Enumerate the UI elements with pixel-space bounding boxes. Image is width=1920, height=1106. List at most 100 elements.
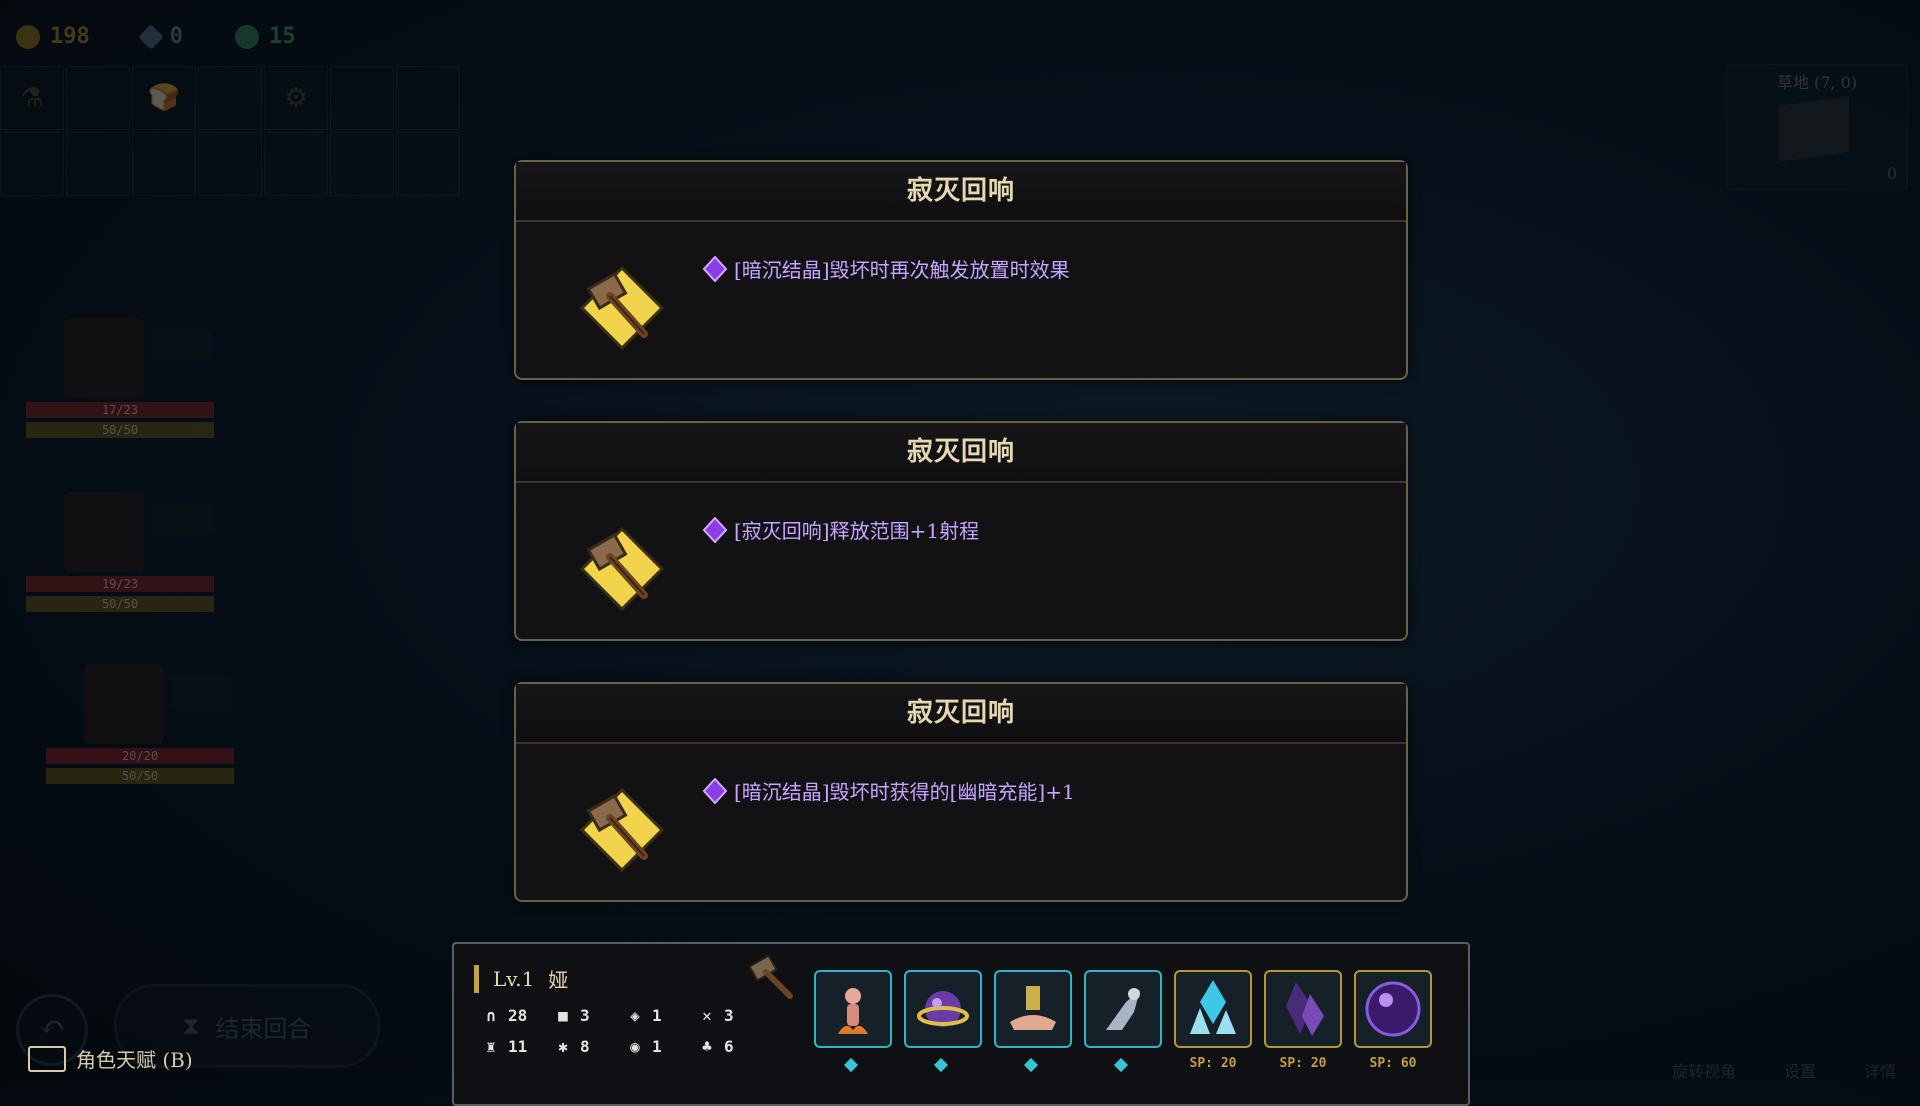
stat-move: ∩ 28	[482, 1006, 554, 1025]
ap-bar: 50/50	[26, 422, 214, 438]
talent-book-icon	[28, 1045, 66, 1072]
hp-bar: 19/23	[26, 576, 214, 592]
skill-slot[interactable]	[1354, 970, 1432, 1048]
inventory-slot[interactable]	[330, 66, 394, 130]
boot-icon: ∩	[486, 1005, 496, 1025]
level-accent	[474, 964, 479, 993]
stat-defense: ◈ 1	[626, 1006, 698, 1025]
gold-counter: 198	[16, 24, 90, 49]
skill-slot[interactable]	[1264, 970, 1342, 1048]
leaf-counter: 15	[235, 24, 296, 49]
purple-gem-icon	[702, 255, 728, 282]
inventory-slot[interactable]	[396, 66, 460, 130]
inventory-slot[interactable]	[396, 132, 460, 196]
card-effect-text: [暗沉结晶]毁坏时获得的[幽暗充能]+1	[734, 780, 1075, 804]
skill-ready-pip	[1023, 1057, 1039, 1073]
bag-icon: ■	[558, 1005, 568, 1025]
stat-bag: ■ 3	[554, 1006, 626, 1025]
ore-counter: 0	[138, 23, 183, 50]
inventory-slot[interactable]	[132, 132, 196, 196]
skill-cost: SP: 60	[1369, 1056, 1417, 1071]
ap-bar: 50/50	[46, 768, 234, 784]
inventory-slot[interactable]: ⚗	[0, 66, 64, 130]
card-title: 寂灭回响	[516, 684, 1406, 744]
skill-slot[interactable]	[1084, 970, 1162, 1048]
dark-orb-ring-icon	[917, 991, 969, 1027]
hammer-icon	[579, 265, 665, 351]
inventory-grid: ⚗ 🍞 ⚙	[0, 66, 460, 196]
hint-rotate: 旋转视角	[1671, 1062, 1736, 1081]
crystal-hand-icon	[1010, 986, 1056, 1030]
ice-crystal-icon	[1190, 980, 1236, 1034]
card-effect: [暗沉结晶]毁坏时再次触发放置时效果	[702, 254, 1070, 283]
spark-icon: ✱	[558, 1036, 568, 1056]
inventory-slot[interactable]	[198, 132, 262, 196]
card-effect-text: [暗沉结晶]毁坏时再次触发放置时效果	[734, 258, 1070, 282]
terrain-cube-icon	[1779, 96, 1849, 162]
hero-portrait[interactable]	[64, 492, 144, 572]
skill-slot[interactable]	[904, 970, 982, 1048]
character-header: Lv.1 娅	[474, 964, 568, 993]
character-name: 娅	[548, 968, 569, 992]
hammer-icon	[579, 526, 665, 612]
flame-figure-icon	[838, 988, 868, 1034]
skill-cost: SP: 20	[1189, 1056, 1237, 1071]
hint-bar: 旋转视角 设置 详情	[1672, 1058, 1896, 1082]
inventory-slot[interactable]: ⚙	[264, 66, 328, 130]
shield-icon: ◈	[630, 1005, 640, 1025]
hp-bar: 17/23	[26, 402, 214, 418]
purple-gem-icon	[702, 777, 728, 804]
card-title: 寂灭回响	[516, 423, 1406, 483]
dark-crystal-icon	[1286, 982, 1324, 1036]
inventory-slot[interactable]	[66, 132, 130, 196]
coin-icon	[16, 24, 40, 49]
end-turn-label: 结束回合	[215, 1014, 312, 1043]
talent-button[interactable]: 角色天赋 (B)	[28, 1044, 193, 1073]
skill-ready-pip	[1113, 1057, 1129, 1073]
inventory-slot[interactable]	[330, 132, 394, 196]
skill-cost: SP: 20	[1279, 1056, 1327, 1071]
leaf-icon	[235, 24, 259, 49]
undo-arrow-icon: ↶	[38, 1008, 66, 1046]
figure-icon: ♜	[486, 1036, 496, 1056]
card-effect-text: [寂灭回响]释放范围+1射程	[734, 519, 980, 543]
clover-icon: ♣	[702, 1036, 712, 1056]
inventory-slot[interactable]	[264, 132, 328, 196]
stat-health: ♜ 11	[482, 1037, 554, 1056]
card-effect: [暗沉结晶]毁坏时获得的[幽暗充能]+1	[702, 776, 1075, 805]
stat-luck: ♣ 6	[698, 1037, 770, 1056]
stat-spark: ✱ 8	[554, 1037, 626, 1056]
stat-grid: ∩ 28 ■ 3 ◈ 1 ✕ 3 ♜ 11 ✱ 8 ◉ 1 ♣ 6	[482, 1006, 770, 1056]
stat-attack: ✕ 3	[698, 1006, 770, 1025]
hint-settings: 设置	[1783, 1062, 1816, 1081]
hammer-icon	[579, 787, 665, 873]
choice-card[interactable]: 寂灭回响 [暗沉结晶]毁坏时获得的[幽暗充能]+1	[514, 682, 1408, 902]
hero-card[interactable]: 20/20 50/50	[46, 664, 234, 784]
skill-slot[interactable]	[994, 970, 1072, 1048]
inventory-slot[interactable]	[0, 132, 64, 196]
eye-icon: ◉	[630, 1036, 640, 1056]
ore-icon	[138, 23, 164, 50]
minimap-count: 0	[1886, 164, 1897, 183]
hero-equipment-icon	[172, 676, 232, 706]
card-effect: [寂灭回响]释放范围+1射程	[702, 515, 979, 544]
stat-vision: ◉ 1	[626, 1037, 698, 1056]
ap-bar: 50/50	[26, 596, 214, 612]
minimap[interactable]: 草地 (7, 0) 0	[1726, 64, 1908, 190]
choice-card[interactable]: 寂灭回响 [寂灭回响]释放范围+1射程	[514, 421, 1408, 641]
inventory-slot[interactable]	[66, 66, 130, 130]
hero-card[interactable]: 19/23 50/50	[26, 492, 214, 612]
purple-gem-icon	[702, 516, 728, 543]
level-label: Lv.1	[493, 966, 535, 991]
hp-bar: 20/20	[46, 748, 234, 764]
hourglass-icon: ⧗	[182, 1012, 200, 1040]
hero-equipment-icon	[152, 504, 212, 534]
choice-card[interactable]: 寂灭回响 [暗沉结晶]毁坏时再次触发放置时效果	[514, 160, 1408, 380]
hero-portrait[interactable]	[64, 318, 144, 398]
hero-card[interactable]: 17/23 50/50	[26, 318, 214, 438]
skill-slot[interactable]	[814, 970, 892, 1048]
inventory-slot[interactable]	[198, 66, 262, 130]
inventory-slot[interactable]: 🍞	[132, 66, 196, 130]
hero-portrait[interactable]	[84, 664, 164, 744]
skill-slot[interactable]	[1174, 970, 1252, 1048]
